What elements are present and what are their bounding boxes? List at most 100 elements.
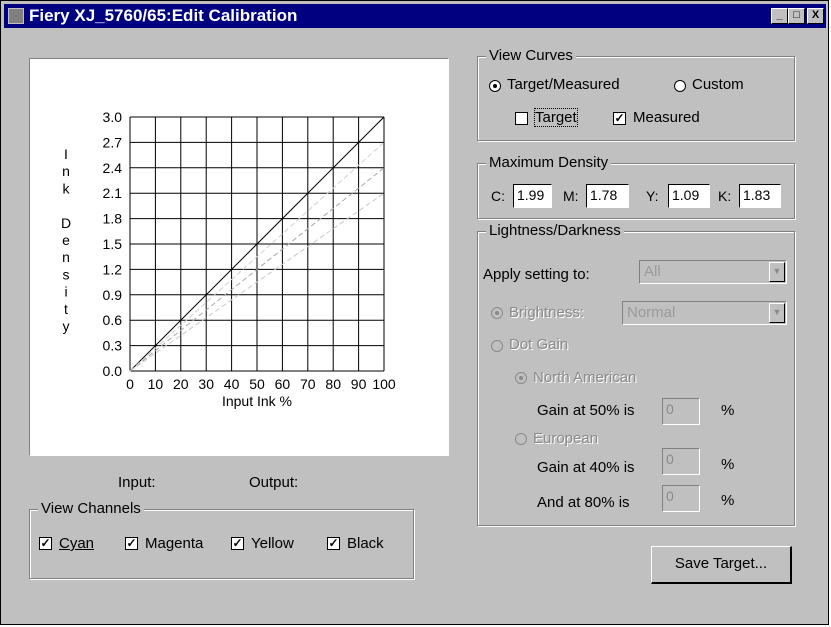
gain-40-label: Gain at 40% is <box>537 459 635 476</box>
european-radio[interactable] <box>515 433 527 445</box>
x-tick-label: 60 <box>275 376 291 392</box>
close-button[interactable]: X <box>807 8 824 24</box>
x-tick-label: 100 <box>372 376 396 392</box>
input-readout-label: Input: <box>118 474 156 491</box>
gain-80-label: And at 80% is <box>537 494 630 511</box>
y-tick-label: 3.0 <box>103 109 123 125</box>
y-axis-label-letter: I <box>64 146 68 162</box>
maximum-density-group: Maximum Density C: 1.99 M: 1.78 Y: 1.09 … <box>477 154 795 219</box>
k-density-field[interactable]: 1.83 <box>739 184 781 208</box>
save-target-button[interactable]: Save Target... <box>651 546 792 584</box>
view-channels-legend: View Channels <box>38 500 144 517</box>
maximize-button[interactable]: □ <box>788 8 805 24</box>
y-tick-label: 2.4 <box>103 160 123 176</box>
y-tick-label: 1.5 <box>103 236 123 252</box>
brightness-dropdown[interactable]: Normal ▼ <box>622 301 787 325</box>
magenta-checkbox[interactable]: ✓ <box>125 537 138 550</box>
yellow-checkbox[interactable]: ✓ <box>231 537 244 550</box>
black-checkbox[interactable]: ✓ <box>327 537 340 550</box>
edit-calibration-window: Fiery XJ_5760/65:Edit Calibration _ □ X … <box>0 0 829 625</box>
magenta-label: Magenta <box>145 535 204 552</box>
window-title: Fiery XJ_5760/65:Edit Calibration <box>29 6 298 25</box>
x-tick-label: 10 <box>148 376 164 392</box>
m-density-field[interactable]: 1.78 <box>586 184 629 208</box>
y-axis-label-letter: s <box>63 266 70 282</box>
dot-gain-label: Dot Gain <box>509 336 569 353</box>
european-label: European <box>533 430 599 447</box>
y-density-field[interactable]: 1.09 <box>668 184 710 208</box>
target-measured-label: Target/Measured <box>507 76 620 93</box>
title-bar[interactable]: Fiery XJ_5760/65:Edit Calibration _ □ X <box>4 4 826 28</box>
x-tick-label: 70 <box>300 376 316 392</box>
y-axis-label-letter: D <box>61 215 71 231</box>
north-american-label: North American <box>533 369 637 386</box>
view-channels-group: View Channels ✓ Cyan ✓ Magenta ✓ Yellow … <box>29 500 414 579</box>
apply-setting-label: Apply setting to: <box>483 266 590 283</box>
north-american-radio[interactable] <box>515 372 527 384</box>
k-density-label: K: <box>718 188 732 204</box>
dot-gain-radio[interactable] <box>491 340 503 352</box>
yellow-label: Yellow <box>251 535 294 552</box>
gain-50-field[interactable]: 0 <box>662 398 700 425</box>
cyan-label: Cyan <box>59 535 95 552</box>
calibration-chart-panel[interactable]: 0 10 20 30 40 50 60 70 80 90 100 0.0 0.3 0.6 0.9 1.2 1.5… <box>29 58 449 456</box>
measured-checkbox[interactable]: ✓ <box>613 112 626 125</box>
gain-50-label: Gain at 50% is <box>537 402 635 419</box>
y-axis-label-letter: e <box>62 232 70 248</box>
view-curves-legend: View Curves <box>486 47 576 64</box>
gain-50-percent: % <box>721 402 735 419</box>
y-tick-label: 0.3 <box>103 338 123 354</box>
target-measured-radio[interactable] <box>489 80 501 92</box>
y-axis-label-letter: n <box>62 249 70 265</box>
output-readout-label: Output: <box>249 474 299 491</box>
custom-label: Custom <box>692 76 744 93</box>
c-density-label: C: <box>491 188 505 204</box>
y-tick-label: 1.8 <box>103 211 123 227</box>
calibration-chart[interactable]: 0 10 20 30 40 50 60 70 80 90 100 0.0 0.3 0.6 0.9 1.2 1.5… <box>30 59 448 455</box>
y-tick-label: 2.7 <box>103 134 123 150</box>
gain-80-field[interactable]: 0 <box>662 485 700 512</box>
gain-40-percent: % <box>721 456 735 473</box>
x-axis-label: Input Ink % <box>222 393 292 409</box>
x-tick-label: 0 <box>126 376 134 392</box>
x-tick-label: 40 <box>224 376 240 392</box>
view-curves-group: View Curves Target/Measured Custom Targe… <box>477 47 795 141</box>
y-tick-label: 2.1 <box>103 185 123 201</box>
minimize-button[interactable]: _ <box>771 8 788 24</box>
target-checkbox[interactable] <box>515 112 528 125</box>
c-density-field[interactable]: 1.99 <box>513 184 552 208</box>
app-icon <box>8 8 24 24</box>
measured-label: Measured <box>633 109 700 126</box>
brightness-label: Brightness: <box>509 304 585 321</box>
brightness-radio[interactable] <box>491 307 503 319</box>
y-tick-label: 0.9 <box>103 287 123 303</box>
y-axis-label-letter: k <box>63 180 71 196</box>
maximum-density-legend: Maximum Density <box>486 154 612 171</box>
apply-setting-dropdown[interactable]: All ▼ <box>639 260 787 284</box>
m-density-label: M: <box>563 188 579 204</box>
custom-radio[interactable] <box>674 80 686 92</box>
y-tick-label: 1.2 <box>103 261 123 277</box>
chevron-down-icon: ▼ <box>769 303 785 323</box>
gain-40-field[interactable]: 0 <box>662 448 700 475</box>
x-tick-label: 90 <box>351 376 367 392</box>
brightness-value: Normal <box>627 304 676 321</box>
gain-80-percent: % <box>721 492 735 509</box>
x-tick-label: 30 <box>198 376 214 392</box>
x-tick-label: 50 <box>249 376 265 392</box>
x-tick-label: 80 <box>325 376 341 392</box>
y-axis-label-letter: n <box>62 163 70 179</box>
x-tick-label: 20 <box>173 376 189 392</box>
lightness-darkness-group: Lightness/Darkness Apply setting to: All… <box>477 222 795 526</box>
y-axis-label-letter: y <box>63 318 70 334</box>
black-label: Black <box>347 535 384 552</box>
lightness-darkness-legend: Lightness/Darkness <box>486 222 624 239</box>
save-target-label: Save Target... <box>674 555 768 572</box>
chevron-down-icon: ▼ <box>769 262 785 282</box>
cyan-checkbox[interactable]: ✓ <box>39 537 52 550</box>
y-axis-label-letter: t <box>64 301 68 317</box>
y-tick-label: 0.6 <box>103 312 123 328</box>
y-density-label: Y: <box>646 188 659 204</box>
target-label: Target <box>534 108 578 127</box>
y-axis-label-letter: i <box>64 284 67 300</box>
